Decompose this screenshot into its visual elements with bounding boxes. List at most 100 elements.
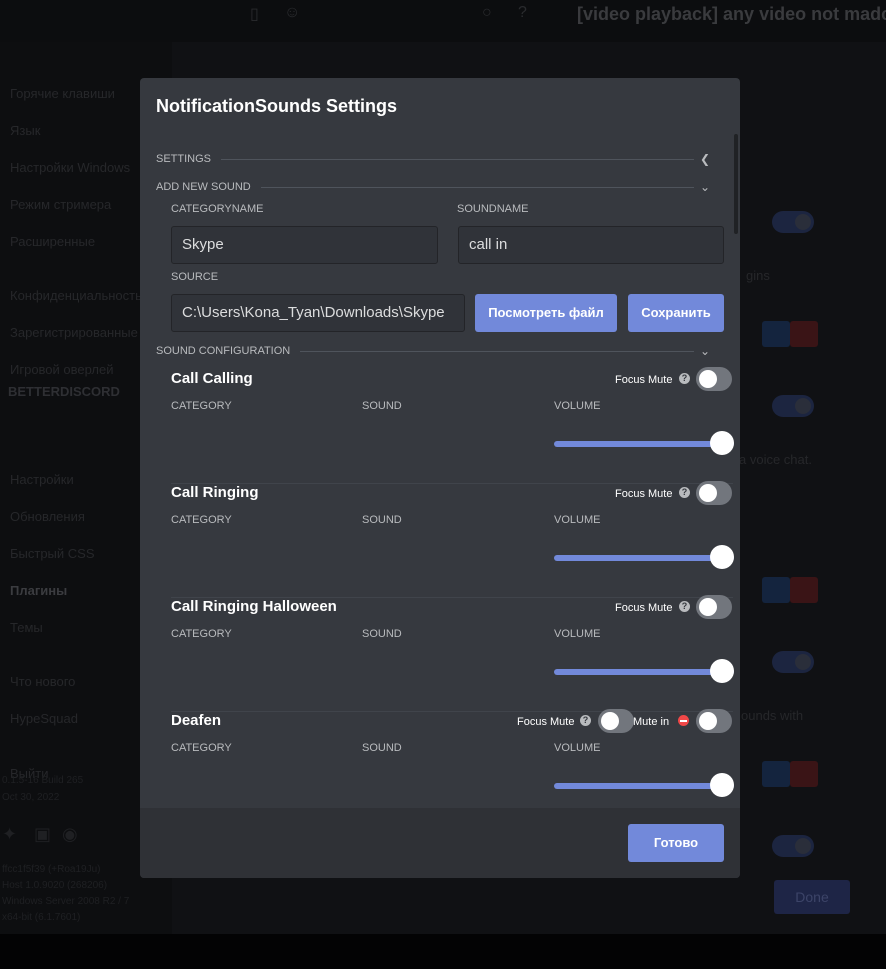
settings-divider-label: SETTINGS [156, 152, 222, 166]
sound-title: Call Calling [171, 370, 253, 387]
source-label: SOURCE [171, 271, 219, 283]
sidebar-item[interactable]: Настройки [10, 472, 74, 487]
slider-thumb[interactable] [710, 659, 734, 683]
plugin-settings-modal: NotificationSounds Settings SETTINGS ❮ A… [140, 78, 740, 878]
sidebar-item[interactable]: Расширенные [10, 234, 95, 249]
chevron-left-icon[interactable]: ❮ [698, 152, 712, 166]
modal-body: SETTINGS ❮ ADD NEW SOUND ⌄ CATEGORYNAME … [140, 144, 740, 808]
category-name-label: CATEGORYNAME [171, 203, 264, 215]
slider-thumb[interactable] [710, 431, 734, 455]
modal-title: NotificationSounds Settings [156, 96, 397, 116]
chevron-down-icon[interactable]: ⌄ [698, 180, 712, 194]
bg-plugin-toggle[interactable] [772, 835, 814, 857]
do-not-disturb-icon [678, 715, 689, 726]
twitter-icon[interactable]: ✦ [2, 824, 17, 845]
focus-mute-label: Focus Mute [615, 488, 673, 500]
bg-plugin-toggle[interactable] [772, 651, 814, 673]
sidebar-item[interactable]: Темы [10, 620, 43, 635]
facebook-icon[interactable]: ▣ [34, 824, 51, 845]
category-name-input[interactable]: Skype [171, 226, 438, 264]
bg-plugin-toggle[interactable] [772, 395, 814, 417]
question-icon[interactable]: ? [679, 487, 690, 498]
question-icon[interactable]: ? [580, 715, 591, 726]
sidebar-item[interactable]: Что нового [10, 674, 75, 689]
members-icon: ☺ [284, 4, 301, 21]
slider-thumb[interactable] [710, 773, 734, 797]
add-sound-divider[interactable]: ADD NEW SOUND ⌄ [156, 180, 712, 194]
volume-slider[interactable] [554, 773, 734, 797]
build-line-1: Host 1.0.9020 (268206) [2, 880, 108, 891]
sound-name-label: SOUNDNAME [457, 203, 529, 215]
instagram-icon[interactable]: ◉ [62, 824, 78, 845]
modal-footer: Готово [140, 808, 740, 878]
volume-column-label: VOLUME [554, 742, 601, 754]
volume-column-label: VOLUME [554, 514, 601, 526]
chevron-down-icon[interactable]: ⌄ [698, 344, 712, 358]
sound-row: Call Ringing Halloween Focus Mute ? CATE… [171, 595, 734, 712]
settings-divider[interactable]: SETTINGS ❮ [156, 152, 712, 166]
category-column-label: CATEGORY [171, 400, 232, 412]
volume-slider[interactable] [554, 659, 734, 683]
sound-name-input[interactable]: call in [458, 226, 724, 264]
sidebar-item[interactable]: Горячие клавиши [10, 86, 115, 101]
slider-thumb[interactable] [710, 545, 734, 569]
sidebar-item[interactable]: HypeSquad [10, 711, 78, 726]
bg-plugin-buttons [728, 321, 818, 347]
version-line-2: Oct 30, 2022 [2, 792, 60, 803]
channel-title: [video playback] any video not madc [577, 4, 886, 24]
sound-row: Deafen Focus Mute ? Mute in CATEGORY SOU… [171, 709, 734, 808]
volume-slider[interactable] [554, 545, 734, 569]
sound-title: Call Ringing Halloween [171, 598, 337, 615]
mute-in-toggle[interactable] [696, 709, 732, 733]
bg-plugin-description: ounds with [741, 708, 804, 723]
sidebar-item[interactable]: Плагины [10, 583, 67, 598]
at-icon: ○ [482, 4, 492, 21]
focus-mute-toggle[interactable] [696, 367, 732, 391]
bg-done-button[interactable]: Done [774, 880, 850, 914]
question-icon[interactable]: ? [679, 373, 690, 384]
volume-slider[interactable] [554, 431, 734, 455]
sound-title: Call Ringing [171, 484, 259, 501]
bg-plugin-buttons [728, 577, 818, 603]
sound-row: Call Calling Focus Mute ? CATEGORY SOUND… [171, 367, 734, 484]
focus-mute-toggle[interactable] [696, 595, 732, 619]
question-icon[interactable]: ? [679, 601, 690, 612]
sidebar-header-betterdiscord: BETTERDISCORD [8, 384, 120, 399]
sound-column-label: SOUND [362, 742, 402, 754]
build-hash: ffcc1f5f39 (+Roa19Ju) [2, 864, 101, 875]
sidebar-item[interactable]: Быстрый CSS [10, 546, 95, 561]
bg-plugin-buttons [728, 761, 818, 787]
add-sound-divider-label: ADD NEW SOUND [156, 180, 261, 194]
sound-row: Call Ringing Focus Mute ? CATEGORY SOUND… [171, 481, 734, 598]
sidebar-item[interactable]: Настройки Windows [10, 160, 130, 175]
sound-config-divider[interactable]: SOUND CONFIGURATION ⌄ [156, 344, 712, 358]
category-column-label: CATEGORY [171, 742, 232, 754]
sidebar-item[interactable]: Обновления [10, 509, 85, 524]
sidebar-item[interactable]: Язык [10, 123, 40, 138]
sidebar-item[interactable]: Игровой оверлей [10, 362, 114, 377]
help-icon: ? [518, 4, 527, 21]
focus-mute-label: Focus Mute [517, 716, 575, 728]
sound-config-divider-label: SOUND CONFIGURATION [156, 344, 301, 358]
browse-file-button[interactable]: Посмотреть файл [475, 294, 617, 332]
category-column-label: CATEGORY [171, 628, 232, 640]
version-line-1: 0.1.5-16 Build 265 [2, 775, 84, 786]
save-sound-button[interactable]: Сохранить [628, 294, 724, 332]
bg-plugin-description: gins [746, 268, 770, 283]
source-input[interactable]: C:\Users\Kona_Tyan\Downloads\Skype [171, 294, 465, 332]
focus-mute-toggle[interactable] [696, 481, 732, 505]
sound-column-label: SOUND [362, 514, 402, 526]
sidebar-item[interactable]: Зарегистрированные [10, 325, 138, 340]
category-column-label: CATEGORY [171, 514, 232, 526]
focus-mute-toggle[interactable] [598, 709, 634, 733]
done-button[interactable]: Готово [628, 824, 724, 862]
sidebar-item[interactable]: Режим стримера [10, 197, 111, 212]
volume-column-label: VOLUME [554, 400, 601, 412]
mute-in-label: Mute in [633, 716, 670, 728]
sound-column-label: SOUND [362, 628, 402, 640]
bg-plugin-toggle[interactable] [772, 211, 814, 233]
focus-mute-label: Focus Mute [615, 374, 673, 386]
inbox-icon: ▯ [250, 6, 259, 23]
sidebar-item[interactable]: Конфиденциальность [10, 288, 142, 303]
background-topbar: ▯ ☺ ○ ? [video playback] any video not m… [0, 0, 886, 42]
